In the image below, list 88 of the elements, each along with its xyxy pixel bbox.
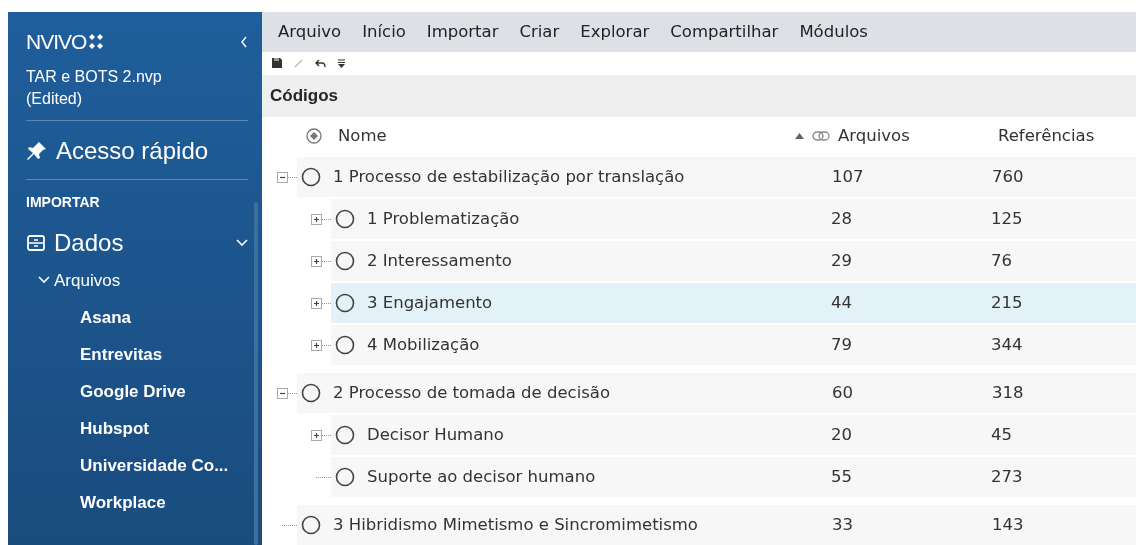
node-circle-icon (335, 425, 355, 445)
node-circle-icon (301, 515, 321, 535)
node-circle-icon (335, 335, 355, 355)
node-name: Suporte ao decisor humano (367, 465, 596, 488)
pin-icon (26, 140, 48, 163)
node-circle-icon (335, 209, 355, 229)
chevron-down-icon[interactable] (236, 239, 248, 248)
ribbon-tab[interactable]: Importar (422, 19, 516, 45)
ribbon-tab[interactable]: Compartilhar (666, 19, 796, 45)
references-count: 45 (990, 423, 1013, 446)
references-count: 76 (990, 249, 1013, 272)
undo-icon[interactable] (315, 58, 326, 68)
node-name: Decisor Humano (367, 423, 504, 446)
add-icon[interactable] (306, 127, 322, 144)
files-count: 29 (831, 249, 853, 272)
references-count: 344 (990, 333, 1024, 356)
node-circle-icon (335, 293, 355, 313)
node-name: 3 Hibridismo Mimetismo e Sincromimetismo (333, 513, 698, 536)
database-icon (26, 233, 46, 254)
ribbon-tab[interactable]: Criar (515, 19, 577, 45)
references-count: 760 (991, 165, 1025, 188)
expand-icon[interactable] (311, 339, 322, 351)
expand-icon[interactable] (311, 297, 322, 309)
files-count: 28 (831, 207, 853, 230)
nav-item[interactable]: Entrevitas (26, 336, 262, 374)
chevron-down-icon[interactable] (38, 276, 50, 285)
node-name: 1 Problematização (367, 207, 520, 230)
link-icon[interactable] (812, 130, 830, 141)
files-count: 55 (831, 465, 853, 488)
files-count: 107 (832, 165, 865, 188)
nav-item[interactable]: Google Drive (26, 373, 262, 411)
save-icon[interactable] (272, 58, 282, 69)
node-name: 2 Processo de tomada de decisão (333, 381, 611, 404)
scrollbar[interactable] (254, 202, 258, 545)
references-count: 125 (990, 207, 1024, 230)
project-name: TAR e BOTS 2.nvp (Edited) (26, 66, 163, 109)
files-count: 60 (832, 381, 854, 404)
expand-icon[interactable] (311, 429, 322, 441)
files-count: 44 (831, 291, 853, 314)
references-count: 143 (991, 513, 1025, 536)
sort-up-icon[interactable] (795, 132, 804, 139)
nav-item[interactable]: Universidade Co... (26, 447, 262, 485)
ribbon-tab[interactable]: Explorar (576, 19, 667, 45)
references-count: 318 (991, 381, 1025, 404)
references-count: 215 (990, 291, 1024, 314)
nav-item[interactable]: Hubspot (26, 410, 262, 448)
tree-row[interactable]: 2 Interessamento 29 76 (331, 241, 1136, 281)
section-label: IMPORTAR (26, 193, 101, 213)
files-count: 33 (832, 513, 854, 536)
references-count: 273 (990, 465, 1024, 488)
dots-logo-icon (88, 33, 105, 50)
node-name: 1 Processo de estabilização por translação (333, 165, 685, 188)
ribbon-tab[interactable]: Arquivo (274, 19, 359, 45)
tree-row[interactable]: Suporte ao decisor humano 55 273 (331, 457, 1136, 497)
column-header[interactable]: Nome (338, 123, 795, 149)
node-circle-icon (301, 383, 321, 403)
node-name: 3 Engajamento (367, 291, 493, 314)
panel-title: Códigos (262, 74, 1136, 117)
tree-row[interactable]: 1 Processo de estabilização por translação 107 760 (297, 157, 1136, 197)
nav-item[interactable]: Workplace (26, 484, 262, 522)
node-circle-icon (335, 251, 355, 271)
collapse-chevron-icon[interactable] (240, 35, 248, 48)
tree-row[interactable]: 2 Processo de tomada de decisão 60 318 (297, 373, 1136, 413)
tree-row[interactable]: 1 Problematização 28 125 (331, 199, 1136, 239)
tree-row[interactable]: 3 Engajamento 44 215 (331, 283, 1136, 323)
tree-row[interactable]: 4 Mobilização 79 344 (331, 325, 1136, 365)
nav-group[interactable]: Dados (54, 225, 228, 262)
logo-text: NVIVO (26, 29, 87, 55)
node-circle-icon (301, 167, 321, 187)
tree-row[interactable]: 3 Hibridismo Mimetismo e Sincromimetismo 33 143 (297, 505, 1136, 545)
files-count: 79 (831, 333, 853, 356)
node-circle-icon (335, 467, 355, 487)
quick-access-link[interactable]: Acesso rápido (56, 133, 209, 170)
customize-icon[interactable] (338, 58, 345, 68)
nav-item[interactable]: Asana (26, 299, 262, 337)
ribbon-tab[interactable]: Módulos (795, 19, 885, 45)
files-count: 20 (831, 423, 853, 446)
ribbon-tab[interactable]: Início (358, 19, 423, 45)
node-name: 4 Mobilização (367, 333, 480, 356)
column-header[interactable]: Referências (988, 123, 1136, 149)
tree-row[interactable]: Decisor Humano 20 45 (331, 415, 1136, 455)
collapse-icon[interactable] (277, 387, 288, 399)
nav-item[interactable]: Arquivos (54, 267, 121, 294)
collapse-icon[interactable] (277, 171, 288, 183)
node-name: 2 Interessamento (367, 249, 512, 272)
column-header[interactable]: Arquivos (838, 123, 988, 149)
expand-icon[interactable] (311, 213, 322, 225)
expand-icon[interactable] (311, 255, 322, 267)
